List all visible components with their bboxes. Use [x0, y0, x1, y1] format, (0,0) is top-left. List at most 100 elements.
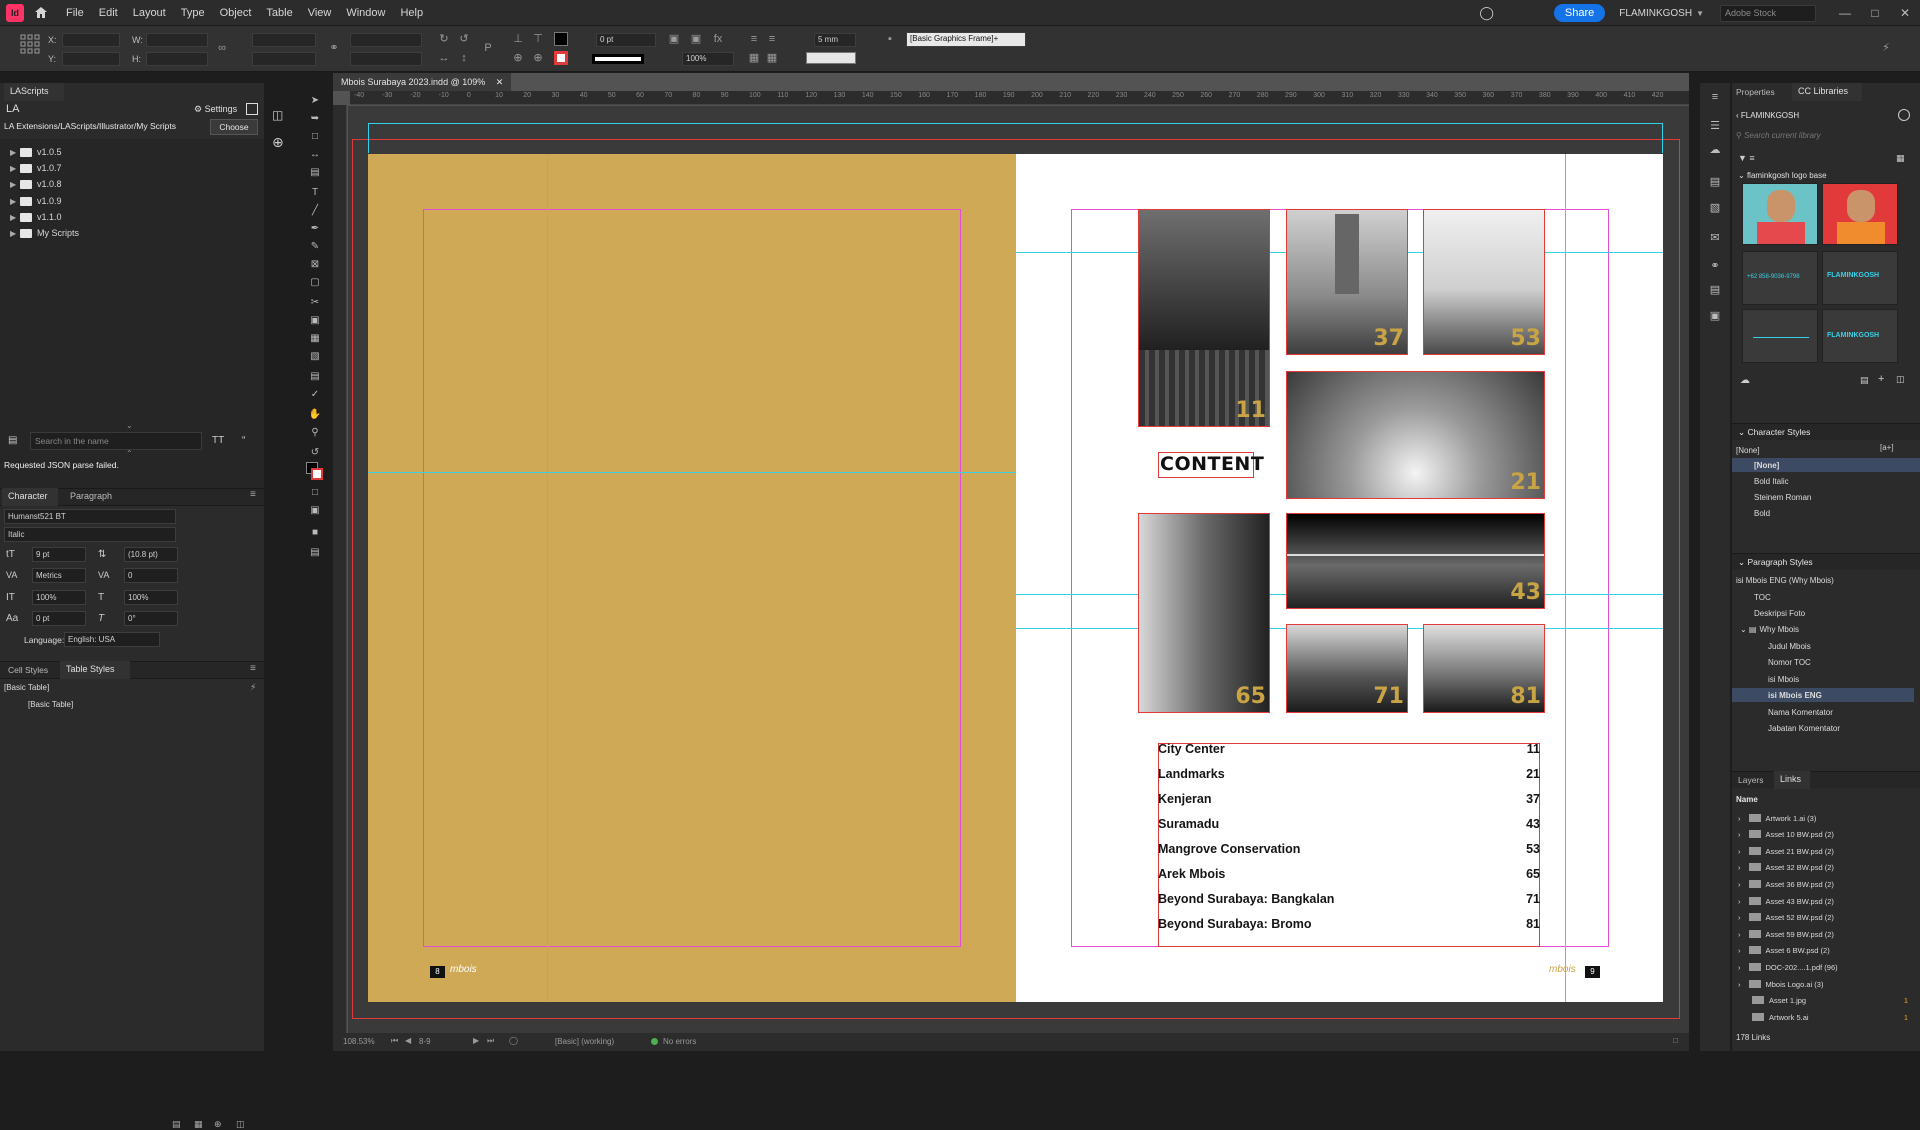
- library-thumb-phone[interactable]: +62 858-9036-9798: [1742, 251, 1818, 305]
- formatting-container-icon[interactable]: □: [307, 486, 323, 500]
- table-style-item[interactable]: [Basic Table]: [28, 700, 73, 709]
- panel-menu-icon[interactable]: ≡: [250, 489, 256, 500]
- pencil-tool-icon[interactable]: ✎: [307, 240, 323, 254]
- kerning-field[interactable]: Metrics: [32, 568, 86, 583]
- scale-y-field[interactable]: [252, 52, 316, 66]
- stroke-swatch[interactable]: [554, 51, 568, 65]
- library-group[interactable]: ⌄ flaminkgosh logo base: [1738, 171, 1827, 180]
- close-tab-icon[interactable]: ✕: [496, 77, 504, 87]
- close-icon[interactable]: ✕: [1890, 6, 1920, 20]
- preflight-profile[interactable]: [Basic] (working): [555, 1037, 614, 1046]
- search-name-input[interactable]: Search in the name: [30, 432, 202, 450]
- add-icon[interactable]: +: [1878, 373, 1884, 385]
- quote-icon[interactable]: “: [242, 435, 245, 446]
- properties-icon[interactable]: ☰: [1708, 119, 1722, 132]
- screen-mode-icon[interactable]: ▣: [307, 504, 323, 518]
- font-size-field[interactable]: 9 pt: [32, 547, 86, 562]
- horizontal-ruler[interactable]: -40 -30 -20 -10 0 10 20 30 40 50 60 70 80 90 100 110 120…: [350, 91, 1689, 105]
- maximize-icon[interactable]: □: [1860, 6, 1890, 20]
- toc-row[interactable]: Arek Mbois 65: [1158, 867, 1540, 881]
- scissors-tool-icon[interactable]: ✂: [307, 296, 323, 310]
- toc-row[interactable]: Kenjeran 37: [1158, 792, 1540, 806]
- grid-view-icon[interactable]: ▦: [1896, 153, 1905, 164]
- scale-x-field[interactable]: [252, 33, 316, 47]
- lightning-icon[interactable]: ⚡: [1880, 42, 1892, 54]
- last-page-icon[interactable]: ⏭: [487, 1036, 494, 1046]
- console-icon[interactable]: ▤: [8, 435, 26, 449]
- choose-button[interactable]: Choose: [210, 119, 258, 135]
- photo-frame-landmark[interactable]: 37: [1286, 209, 1408, 355]
- paragraph-style-item[interactable]: Jabatan Komentator: [1768, 721, 1840, 735]
- x-field[interactable]: [62, 33, 120, 47]
- folder-icon[interactable]: ▤: [1860, 375, 1869, 386]
- document-tab[interactable]: Mbois Surabaya 2023.indd @ 109% ✕: [333, 73, 512, 91]
- cc-library-icon[interactable]: ◫: [272, 108, 288, 122]
- fill-frame-icon[interactable]: ▣: [690, 33, 702, 45]
- toc-row[interactable]: Suramadu 43: [1158, 817, 1540, 831]
- swatches-icon[interactable]: ▣: [1708, 309, 1722, 322]
- page-number-field[interactable]: 8-9: [419, 1037, 431, 1046]
- vertical-scale-field[interactable]: 100%: [32, 590, 86, 605]
- character-styles-header[interactable]: ⌄ Character Styles: [1732, 423, 1920, 440]
- gradient-swatch-tool-icon[interactable]: ▦: [307, 332, 323, 346]
- apply-color-icon[interactable]: ■: [307, 526, 323, 540]
- constrain-link-icon[interactable]: ∞: [216, 42, 228, 54]
- character-style-item[interactable]: Bold: [1754, 506, 1770, 520]
- cc-libraries-icon[interactable]: ☁: [1708, 143, 1722, 156]
- link-row[interactable]: › Asset 6 BW.psd (2): [1738, 943, 1918, 957]
- tab-links[interactable]: Links: [1774, 771, 1810, 789]
- link-row[interactable]: › Asset 43 BW.psd (2): [1738, 894, 1918, 908]
- text-wrap-bbox-icon[interactable]: ▦: [766, 52, 778, 64]
- tracking-field[interactable]: 0: [124, 568, 178, 583]
- stroke-weight-field[interactable]: 0 pt: [596, 33, 656, 47]
- h-field[interactable]: [146, 52, 208, 66]
- baseline-shift-field[interactable]: 0 pt: [32, 611, 86, 626]
- fill-swatch[interactable]: [554, 32, 568, 46]
- lightbulb-icon[interactable]: ◯: [1479, 5, 1494, 21]
- tab-cc-libraries[interactable]: CC Libraries: [1792, 83, 1862, 101]
- w-field[interactable]: [146, 33, 208, 47]
- hand-tool-icon[interactable]: ✋: [307, 408, 323, 422]
- select-content-icon[interactable]: ⊤: [532, 33, 544, 45]
- library-thumb-line[interactable]: [1742, 309, 1818, 363]
- menu-help[interactable]: Help: [400, 7, 423, 19]
- object-style-icon[interactable]: ▪: [884, 33, 896, 45]
- adobe-stock-search[interactable]: Adobe Stock: [1720, 4, 1816, 22]
- rectangle-frame-tool-icon[interactable]: ⊠: [307, 258, 323, 272]
- link-row[interactable]: › DOC-202....1.pdf (96): [1738, 960, 1918, 974]
- language-select[interactable]: English: USA: [64, 632, 160, 647]
- line-tool-icon[interactable]: ╱: [307, 204, 323, 218]
- user-name[interactable]: FLAMINKGOSH: [1619, 8, 1692, 19]
- link-icon[interactable]: ⚭: [328, 42, 340, 54]
- share-button[interactable]: Share: [1553, 4, 1606, 22]
- tab-layers[interactable]: Layers: [1738, 775, 1764, 785]
- chevron-down-icon[interactable]: ▼: [1696, 9, 1704, 18]
- tab-table-styles[interactable]: Table Styles: [60, 661, 130, 679]
- text-size-icon[interactable]: TT: [212, 435, 224, 446]
- gradient-feather-tool-icon[interactable]: ▧: [307, 350, 323, 364]
- content-heading[interactable]: CONTENT: [1158, 452, 1264, 478]
- add-icon[interactable]: ⊕: [214, 1119, 222, 1130]
- flip-vertical-icon[interactable]: ↕: [458, 52, 470, 64]
- comments-icon[interactable]: ✉: [1708, 231, 1722, 244]
- next-page-icon[interactable]: ▶: [473, 1036, 479, 1045]
- previous-page-icon[interactable]: ◀: [405, 1036, 411, 1045]
- links-icon[interactable]: ⚭: [1708, 259, 1722, 272]
- tab-cell-styles[interactable]: Cell Styles: [8, 665, 48, 675]
- character-style-item[interactable]: Bold Italic: [1754, 474, 1789, 488]
- tab-character[interactable]: Character: [2, 488, 58, 506]
- photo-frame-bromo[interactable]: 81: [1423, 624, 1545, 713]
- folder-my-scripts[interactable]: ▶ My Scripts: [10, 226, 79, 240]
- flip-horizontal-icon[interactable]: ↔: [438, 52, 450, 64]
- frame-fitting-icon[interactable]: ▣: [668, 33, 680, 45]
- tab-lascripts[interactable]: LAScripts: [4, 83, 64, 101]
- pen-tool-icon[interactable]: ✒: [307, 222, 323, 236]
- link-row[interactable]: › Artwork 1.ai (3): [1738, 811, 1918, 825]
- stroke-type-selector[interactable]: [592, 54, 644, 64]
- paragraph-style-item[interactable]: isi Mbois ENG: [1768, 688, 1822, 702]
- eyedropper-tool-icon[interactable]: ✓: [307, 388, 323, 402]
- paragraph-style-item[interactable]: TOC: [1754, 590, 1771, 604]
- link-row[interactable]: › Asset 32 BW.psd (2): [1738, 860, 1918, 874]
- preflight-errors[interactable]: No errors: [663, 1037, 696, 1046]
- selection-tool-icon[interactable]: ➤: [307, 94, 323, 108]
